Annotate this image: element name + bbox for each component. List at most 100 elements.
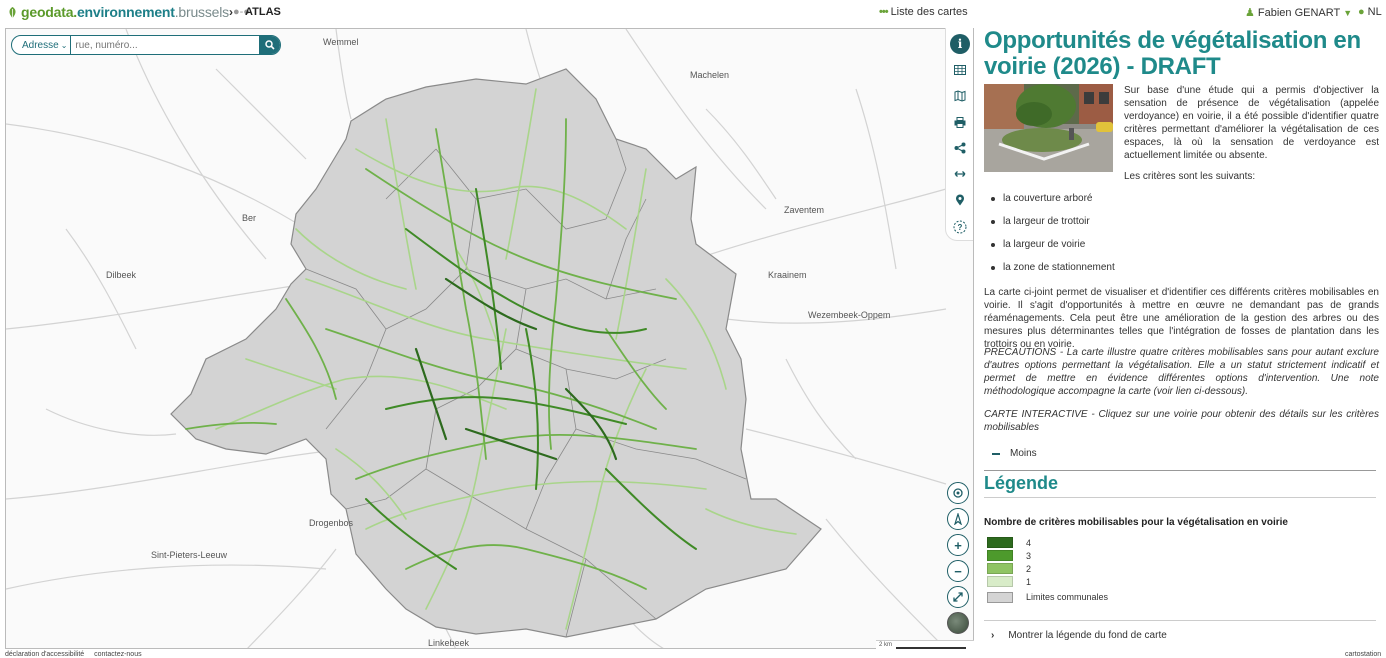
divider (984, 497, 1376, 498)
help-icon: ? (953, 220, 967, 234)
minus-icon (992, 452, 1000, 455)
plus-icon: + (954, 537, 962, 553)
help-button[interactable]: ? (950, 217, 970, 237)
list-item: la zone de stationnement (991, 262, 1115, 285)
divider (984, 470, 1376, 471)
legend-item: 2 (987, 562, 1108, 575)
search-type-select[interactable]: Adresse ⌄ (12, 36, 72, 54)
street-photo (984, 84, 1113, 172)
bullet-icon (991, 220, 995, 224)
legend-label: 3 (1026, 550, 1032, 561)
legend-label: Limites communales (1026, 592, 1109, 602)
info-icon: i (957, 37, 963, 51)
basemap-toggle-button[interactable] (947, 612, 969, 634)
target-icon (953, 488, 963, 498)
address-search: Adresse ⌄ (11, 35, 281, 55)
legend-swatch (987, 563, 1013, 574)
description-paragraph: La carte ci-joint permet de visualiser e… (984, 287, 1379, 350)
print-icon (954, 116, 966, 128)
legend-swatch (987, 576, 1013, 587)
search-input[interactable] (71, 39, 259, 51)
geolocate-button[interactable] (947, 482, 969, 504)
place-label: Machelen (690, 70, 730, 80)
print-button[interactable] (950, 112, 970, 132)
legend-swatch (987, 537, 1013, 548)
place-label: Kraainem (768, 270, 807, 280)
criterion-label: la largeur de trottoir (1003, 216, 1090, 227)
place-label: Zaventem (784, 205, 825, 215)
user-icon: ♟ (1245, 7, 1255, 19)
user-name: Fabien GENART (1257, 7, 1341, 19)
brand-part-geodata: geodata. (21, 4, 77, 20)
map-viewport[interactable]: Wemmel Machelen Zaventem Kraainem Wezemb… (5, 28, 974, 649)
breadcrumb-atlas[interactable]: ATLAS (245, 6, 281, 18)
legend-swatch (987, 591, 1013, 603)
search-icon (264, 40, 275, 50)
expand-icon (953, 592, 963, 602)
street-photo-image (984, 84, 1113, 172)
minus-icon: − (954, 563, 962, 579)
list-item: la largeur de trottoir (991, 216, 1115, 239)
location-pin-icon (956, 194, 964, 206)
scale-label: 2 km (879, 642, 893, 648)
svg-text:?: ? (958, 223, 963, 232)
bullet-icon (991, 243, 995, 247)
fullscreen-button[interactable] (947, 586, 969, 608)
map-button[interactable] (950, 86, 970, 106)
criterion-label: la largeur de voirie (1003, 239, 1086, 250)
precautions-paragraph: PRECAUTIONS - La carte illustre quatre c… (984, 347, 1379, 397)
leaf-icon (9, 6, 16, 18)
legend-subtitle: Nombre de critères mobilisables pour la … (984, 517, 1288, 528)
language-switch[interactable]: ● NL (1358, 6, 1382, 18)
dots-icon: ••• (879, 6, 889, 18)
show-base-legend-toggle[interactable]: › Montrer la légende du fond de carte (991, 630, 1167, 641)
place-label: Sint-Pieters-Leeuw (151, 550, 228, 560)
place-label: Drogenbos (309, 518, 354, 528)
zoom-out-button[interactable]: − (947, 560, 969, 582)
compass-icon (954, 513, 962, 525)
scale-bar: 2 km (876, 640, 974, 650)
zoom-in-button[interactable]: + (947, 534, 969, 556)
search-type-label: Adresse (22, 39, 59, 51)
legend-items: 4 3 2 1 Limites communales (987, 536, 1108, 605)
map-list-link[interactable]: ••• Liste des cartes (879, 6, 968, 18)
table-button[interactable] (950, 60, 970, 80)
info-panel: Opportunités de végétalisation en voirie… (984, 28, 1379, 80)
place-label: Wemmel (323, 37, 359, 47)
list-item: la couverture arboré (991, 193, 1115, 216)
map-icon (954, 90, 966, 102)
brand-part-environnement: environnement (76, 4, 175, 20)
legend-label: 4 (1026, 537, 1032, 548)
region-boundary (170, 68, 822, 638)
top-bar: geodata. environnement .brussels ●‑● › A… (0, 0, 1386, 26)
site-logo[interactable]: geodata. environnement .brussels ●‑● (7, 4, 250, 20)
chevron-right-icon: › (991, 630, 995, 641)
map-tools-strip: i ? (945, 28, 973, 241)
caret-down-icon: ▼ (1343, 8, 1353, 18)
location-button[interactable] (950, 190, 970, 210)
measure-icon (954, 171, 966, 177)
criteria-list: la couverture arboré la largeur de trott… (991, 193, 1115, 285)
legend-swatch (987, 550, 1013, 561)
breadcrumb-chevron-icon: › (229, 5, 233, 19)
measure-button[interactable] (950, 164, 970, 184)
divider (984, 620, 1376, 621)
page-title: Opportunités de végétalisation en voirie… (984, 27, 1361, 80)
share-button[interactable] (950, 138, 970, 158)
intro-text: Sur base d'une étude qui a permis d'obje… (1124, 85, 1379, 161)
legend-item: 4 (987, 536, 1108, 549)
search-button[interactable] (259, 36, 280, 54)
share-icon (954, 142, 966, 154)
collapse-description-button[interactable]: Moins (992, 448, 1037, 459)
criteria-intro: Les critères sont les suivants: (1124, 171, 1256, 182)
bullet-icon (991, 197, 995, 201)
place-label: Wezembeek-Oppem (808, 310, 891, 320)
place-label: Dilbeek (106, 270, 137, 280)
legend-item: 3 (987, 549, 1108, 562)
north-button[interactable] (947, 508, 969, 530)
table-icon (954, 65, 966, 75)
brand-part-brussels: .brussels (174, 4, 229, 20)
legend-item: 1 (987, 575, 1108, 588)
user-menu[interactable]: ♟ Fabien GENART ▼ (1245, 6, 1352, 19)
info-button[interactable]: i (950, 34, 970, 54)
